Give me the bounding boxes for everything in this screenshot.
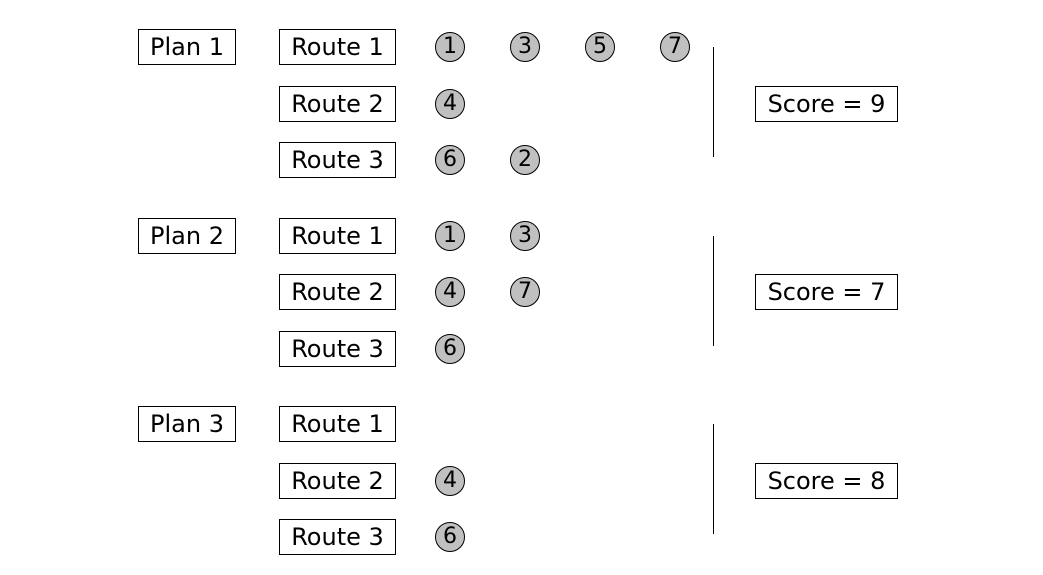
route-label-box: Route 2	[279, 462, 396, 499]
node-circle: 6	[435, 333, 465, 364]
route-label-box: Route 1	[279, 217, 396, 254]
route-label-box: Route 1	[279, 406, 396, 442]
node-circle: 4	[435, 277, 465, 307]
route-label-box: Route 3	[279, 330, 396, 367]
route-label-box: Route 3	[279, 519, 396, 555]
plan-label-box: Plan 1	[138, 29, 236, 65]
route-label-box: Route 1	[279, 29, 396, 65]
node-circle: 4	[435, 465, 465, 496]
score-box: Score = 8	[755, 462, 898, 499]
node-circle: 7	[510, 277, 540, 307]
plan-label-box: Plan 3	[138, 406, 236, 442]
node-circle: 5	[585, 32, 615, 62]
bracket-line	[713, 235, 714, 346]
node-circle: 6	[435, 145, 465, 175]
route-label-box: Route 3	[279, 142, 396, 178]
node-circle: 6	[435, 522, 465, 552]
node-circle: 4	[435, 88, 465, 119]
score-box: Score = 7	[755, 274, 898, 310]
plan-label-box: Plan 2	[138, 217, 236, 254]
score-box: Score = 9	[755, 85, 898, 122]
node-circle: 1	[435, 220, 465, 251]
node-circle: 3	[510, 220, 540, 251]
node-circle: 3	[510, 32, 540, 62]
route-label-box: Route 2	[279, 85, 396, 122]
node-circle: 7	[660, 32, 690, 62]
route-label-box: Route 2	[279, 274, 396, 310]
node-circle: 2	[510, 145, 540, 175]
node-circle: 1	[435, 32, 465, 62]
bracket-line	[713, 47, 714, 157]
bracket-line	[713, 424, 714, 534]
